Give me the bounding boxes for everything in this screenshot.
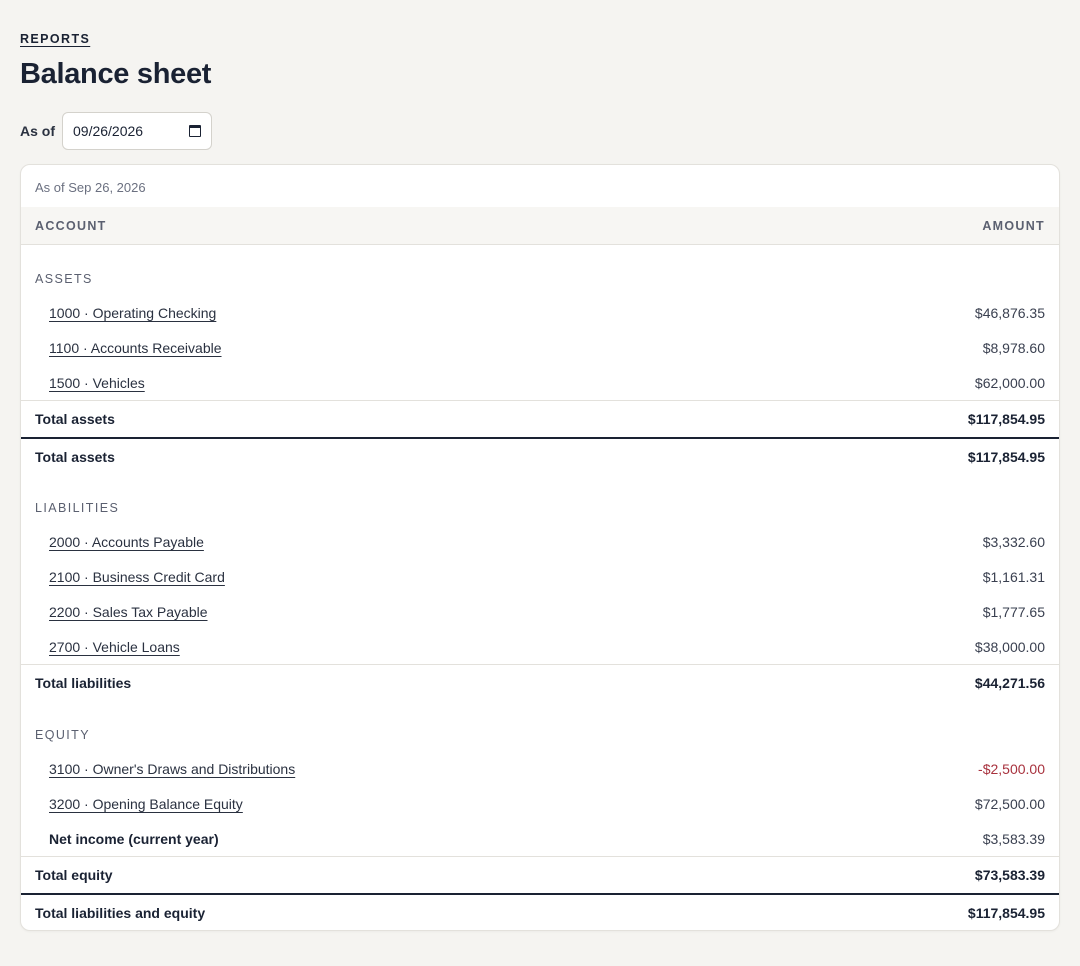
table-row: 2200 · Sales Tax Payable $1,777.65 (21, 594, 1059, 629)
net-income-label: Net income (current year) (49, 830, 219, 847)
total-label: Total equity (35, 867, 113, 883)
account-link[interactable]: 2200 · Sales Tax Payable (49, 604, 208, 620)
account-link[interactable]: 2100 · Business Credit Card (49, 569, 225, 585)
total-label: Total assets (35, 411, 115, 427)
account-link[interactable]: 2000 · Accounts Payable (49, 534, 204, 550)
total-amount: $73,583.39 (974, 867, 1045, 883)
table-row: 3100 · Owner's Draws and Distributions -… (21, 751, 1059, 786)
total-label: Total liabilities (35, 675, 132, 691)
as-of-caption: As of Sep 26, 2026 (35, 180, 146, 195)
account-link[interactable]: 1000 · Operating Checking (49, 305, 216, 321)
breadcrumb-reports[interactable]: REPORTS (20, 31, 90, 47)
account-link[interactable]: 1500 · Vehicles (49, 375, 145, 391)
amount: $38,000.00 (974, 638, 1045, 655)
amount: $8,978.60 (982, 339, 1045, 356)
table-row: 1500 · Vehicles $62,000.00 (21, 365, 1059, 400)
net-income-amount: $3,583.39 (982, 830, 1045, 847)
table-row: 1100 · Accounts Receivable $8,978.60 (21, 330, 1059, 365)
total-amount: $117,854.95 (967, 411, 1045, 427)
amount: $46,876.35 (974, 304, 1045, 321)
account-link[interactable]: 1100 · Accounts Receivable (49, 340, 222, 356)
balance-sheet-card: As of Sep 26, 2026 ACCOUNT AMOUNT ASSETS… (20, 164, 1060, 931)
as-of-label: As of (20, 123, 55, 139)
amount: $62,000.00 (974, 374, 1045, 391)
section-heading-equity: EQUITY (35, 728, 90, 742)
net-income-row: Net income (current year) $3,583.39 (21, 821, 1059, 856)
grand-total-amount: $117,854.95 (967, 448, 1045, 465)
section-heading-liabilities: LIABILITIES (35, 501, 120, 515)
date-value: 09/26/2026 (73, 123, 144, 139)
as-of-date-input[interactable]: 09/26/2026 (62, 112, 212, 150)
grand-total-liabilities-equity-row: Total liabilities and equity $117,854.95 (21, 893, 1059, 930)
account-link[interactable]: 3200 · Opening Balance Equity (49, 796, 243, 812)
report-page: REPORTS Balance sheet As of 09/26/2026 A… (0, 0, 1080, 931)
amount: $1,777.65 (982, 603, 1045, 620)
grand-total-assets-row: Total assets $117,854.95 (21, 437, 1059, 474)
total-assets-row: Total assets $117,854.95 (21, 400, 1059, 437)
table-row: 2700 · Vehicle Loans $38,000.00 (21, 629, 1059, 664)
page-title: Balance sheet (20, 58, 212, 90)
amount: $3,332.60 (982, 533, 1045, 550)
table-header: ACCOUNT AMOUNT (21, 207, 1059, 245)
total-equity-row: Total equity $73,583.39 (21, 856, 1059, 893)
column-amount: AMOUNT (982, 218, 1045, 233)
table-row: 3200 · Opening Balance Equity $72,500.00 (21, 786, 1059, 821)
calendar-icon[interactable] (189, 125, 201, 137)
grand-total-amount: $117,854.95 (967, 904, 1045, 921)
amount-negative: -$2,500.00 (978, 760, 1045, 777)
account-link[interactable]: 2700 · Vehicle Loans (49, 639, 180, 655)
table-row: 2100 · Business Credit Card $1,161.31 (21, 559, 1059, 594)
section-heading-assets: ASSETS (35, 272, 93, 286)
grand-total-label: Total liabilities and equity (35, 904, 206, 921)
amount: $72,500.00 (974, 795, 1045, 812)
date-filter: As of 09/26/2026 (20, 112, 1060, 150)
total-liabilities-row: Total liabilities $44,271.56 (21, 664, 1059, 701)
table-row: 1000 · Operating Checking $46,876.35 (21, 295, 1059, 330)
total-amount: $44,271.56 (974, 675, 1045, 691)
column-account: ACCOUNT (35, 218, 107, 233)
table-row: 2000 · Accounts Payable $3,332.60 (21, 524, 1059, 559)
account-link[interactable]: 3100 · Owner's Draws and Distributions (49, 761, 295, 777)
amount: $1,161.31 (982, 568, 1045, 585)
grand-total-label: Total assets (35, 448, 115, 465)
